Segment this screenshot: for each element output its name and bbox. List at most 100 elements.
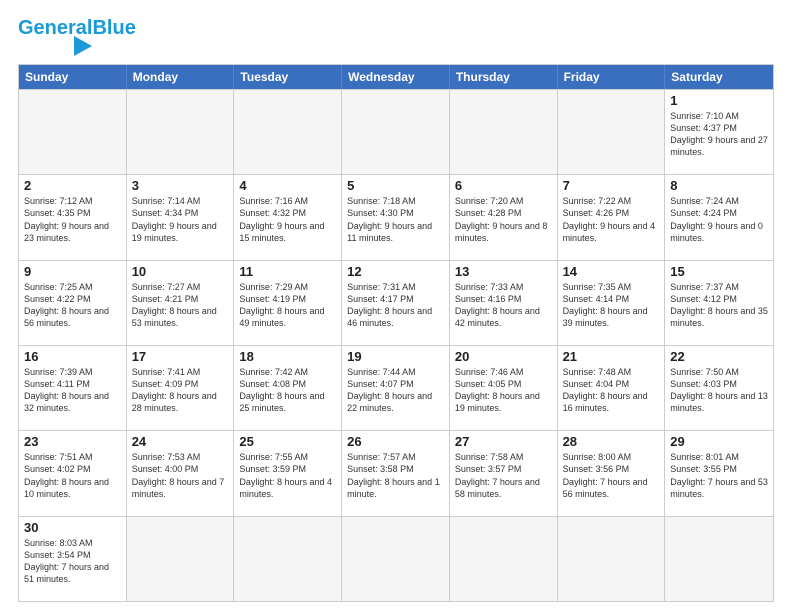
calendar-cell <box>342 90 450 174</box>
day-info: Sunrise: 7:44 AM Sunset: 4:07 PM Dayligh… <box>347 366 444 415</box>
calendar-cell: 20 Sunrise: 7:46 AM Sunset: 4:05 PM Dayli… <box>450 346 558 430</box>
day-number: 16 <box>24 349 121 364</box>
header-day-thursday: Thursday <box>450 65 558 89</box>
calendar-cell: 17 Sunrise: 7:41 AM Sunset: 4:09 PM Dayli… <box>127 346 235 430</box>
calendar-cell: 15Sunrise: 7:37 AM Sunset: 4:12 PM Dayli… <box>665 261 773 345</box>
logo-blue: Blue <box>92 17 135 39</box>
day-number: 23 <box>24 434 121 449</box>
day-info: Sunrise: 7:41 AM Sunset: 4:09 PM Dayligh… <box>132 366 229 415</box>
day-number: 15 <box>670 264 768 279</box>
day-number: 28 <box>563 434 660 449</box>
calendar-cell: 24 Sunrise: 7:53 AM Sunset: 4:00 PM Dayli… <box>127 431 235 515</box>
day-info: Sunrise: 7:39 AM Sunset: 4:11 PM Dayligh… <box>24 366 121 415</box>
day-number: 29 <box>670 434 768 449</box>
day-number: 1 <box>670 93 768 108</box>
calendar-cell: 28 Sunrise: 8:00 AM Sunset: 3:56 PM Dayli… <box>558 431 666 515</box>
day-info: Sunrise: 7:42 AM Sunset: 4:08 PM Dayligh… <box>239 366 336 415</box>
day-info: Sunrise: 7:46 AM Sunset: 4:05 PM Dayligh… <box>455 366 552 415</box>
calendar-cell: 6Sunrise: 7:20 AM Sunset: 4:28 PM Daylig… <box>450 175 558 259</box>
day-info: Sunrise: 7:29 AM Sunset: 4:19 PM Dayligh… <box>239 281 336 330</box>
day-number: 18 <box>239 349 336 364</box>
day-info: Sunrise: 7:31 AM Sunset: 4:17 PM Dayligh… <box>347 281 444 330</box>
calendar-cell: 5Sunrise: 7:18 AM Sunset: 4:30 PM Daylig… <box>342 175 450 259</box>
calendar-cell <box>234 517 342 601</box>
logo-text: GeneralBlue <box>18 18 136 38</box>
day-number: 22 <box>670 349 768 364</box>
day-info: Sunrise: 7:14 AM Sunset: 4:34 PM Dayligh… <box>132 195 229 244</box>
day-info: Sunrise: 8:03 AM Sunset: 3:54 PM Dayligh… <box>24 537 121 586</box>
day-number: 24 <box>132 434 229 449</box>
calendar-cell <box>19 90 127 174</box>
calendar-cell: 19Sunrise: 7:44 AM Sunset: 4:07 PM Dayli… <box>342 346 450 430</box>
calendar-cell: 27 Sunrise: 7:58 AM Sunset: 3:57 PM Dayli… <box>450 431 558 515</box>
calendar-cell: 12Sunrise: 7:31 AM Sunset: 4:17 PM Dayli… <box>342 261 450 345</box>
calendar-cell: 11 Sunrise: 7:29 AM Sunset: 4:19 PM Dayli… <box>234 261 342 345</box>
calendar-cell: 14 Sunrise: 7:35 AM Sunset: 4:14 PM Dayli… <box>558 261 666 345</box>
header: GeneralBlue <box>18 18 774 56</box>
day-info: Sunrise: 7:33 AM Sunset: 4:16 PM Dayligh… <box>455 281 552 330</box>
calendar-cell: 21 Sunrise: 7:48 AM Sunset: 4:04 PM Dayli… <box>558 346 666 430</box>
day-number: 3 <box>132 178 229 193</box>
calendar-cell <box>450 90 558 174</box>
day-number: 26 <box>347 434 444 449</box>
header-day-saturday: Saturday <box>665 65 773 89</box>
calendar-row-1: 2Sunrise: 7:12 AM Sunset: 4:35 PM Daylig… <box>19 174 773 259</box>
day-info: Sunrise: 8:01 AM Sunset: 3:55 PM Dayligh… <box>670 451 768 500</box>
calendar-cell <box>342 517 450 601</box>
calendar-cell: 26 Sunrise: 7:57 AM Sunset: 3:58 PM Dayli… <box>342 431 450 515</box>
calendar-cell <box>558 90 666 174</box>
calendar-cell <box>665 517 773 601</box>
day-info: Sunrise: 7:53 AM Sunset: 4:00 PM Dayligh… <box>132 451 229 500</box>
day-number: 30 <box>24 520 121 535</box>
header-day-sunday: Sunday <box>19 65 127 89</box>
calendar-cell: 1Sunrise: 7:10 AM Sunset: 4:37 PM Daylig… <box>665 90 773 174</box>
day-info: Sunrise: 7:48 AM Sunset: 4:04 PM Dayligh… <box>563 366 660 415</box>
logo-triangle <box>74 36 92 56</box>
day-number: 21 <box>563 349 660 364</box>
calendar-row-5: 30 Sunrise: 8:03 AM Sunset: 3:54 PM Dayli… <box>19 516 773 601</box>
calendar-cell: 10Sunrise: 7:27 AM Sunset: 4:21 PM Dayli… <box>127 261 235 345</box>
calendar-page: GeneralBlue SundayMondayTuesdayWednesday… <box>0 0 792 612</box>
calendar-cell: 2Sunrise: 7:12 AM Sunset: 4:35 PM Daylig… <box>19 175 127 259</box>
day-number: 17 <box>132 349 229 364</box>
calendar-cell: 16 Sunrise: 7:39 AM Sunset: 4:11 PM Dayli… <box>19 346 127 430</box>
day-info: Sunrise: 7:55 AM Sunset: 3:59 PM Dayligh… <box>239 451 336 500</box>
day-number: 6 <box>455 178 552 193</box>
day-number: 10 <box>132 264 229 279</box>
calendar-cell: 13 Sunrise: 7:33 AM Sunset: 4:16 PM Dayli… <box>450 261 558 345</box>
header-day-tuesday: Tuesday <box>234 65 342 89</box>
day-number: 11 <box>239 264 336 279</box>
day-info: Sunrise: 7:18 AM Sunset: 4:30 PM Dayligh… <box>347 195 444 244</box>
calendar-row-3: 16 Sunrise: 7:39 AM Sunset: 4:11 PM Dayli… <box>19 345 773 430</box>
calendar-cell: 30 Sunrise: 8:03 AM Sunset: 3:54 PM Dayli… <box>19 517 127 601</box>
day-info: Sunrise: 7:16 AM Sunset: 4:32 PM Dayligh… <box>239 195 336 244</box>
day-info: Sunrise: 7:35 AM Sunset: 4:14 PM Dayligh… <box>563 281 660 330</box>
calendar-header: SundayMondayTuesdayWednesdayThursdayFrid… <box>19 65 773 89</box>
calendar-row-2: 9 Sunrise: 7:25 AM Sunset: 4:22 PM Daylig… <box>19 260 773 345</box>
calendar-cell: 7Sunrise: 7:22 AM Sunset: 4:26 PM Daylig… <box>558 175 666 259</box>
calendar-cell <box>127 517 235 601</box>
day-number: 2 <box>24 178 121 193</box>
calendar-row-4: 23Sunrise: 7:51 AM Sunset: 4:02 PM Dayli… <box>19 430 773 515</box>
day-number: 20 <box>455 349 552 364</box>
day-number: 14 <box>563 264 660 279</box>
calendar-cell <box>234 90 342 174</box>
day-info: Sunrise: 7:58 AM Sunset: 3:57 PM Dayligh… <box>455 451 552 500</box>
calendar: SundayMondayTuesdayWednesdayThursdayFrid… <box>18 64 774 602</box>
day-info: Sunrise: 7:50 AM Sunset: 4:03 PM Dayligh… <box>670 366 768 415</box>
day-number: 27 <box>455 434 552 449</box>
calendar-cell <box>558 517 666 601</box>
day-info: Sunrise: 7:22 AM Sunset: 4:26 PM Dayligh… <box>563 195 660 244</box>
day-info: Sunrise: 7:57 AM Sunset: 3:58 PM Dayligh… <box>347 451 444 500</box>
calendar-cell: 22 Sunrise: 7:50 AM Sunset: 4:03 PM Dayli… <box>665 346 773 430</box>
calendar-row-0: 1Sunrise: 7:10 AM Sunset: 4:37 PM Daylig… <box>19 89 773 174</box>
day-info: Sunrise: 7:25 AM Sunset: 4:22 PM Dayligh… <box>24 281 121 330</box>
day-number: 13 <box>455 264 552 279</box>
calendar-cell: 3 Sunrise: 7:14 AM Sunset: 4:34 PM Daylig… <box>127 175 235 259</box>
calendar-cell: 8Sunrise: 7:24 AM Sunset: 4:24 PM Daylig… <box>665 175 773 259</box>
day-number: 9 <box>24 264 121 279</box>
calendar-cell: 25Sunrise: 7:55 AM Sunset: 3:59 PM Dayli… <box>234 431 342 515</box>
day-info: Sunrise: 8:00 AM Sunset: 3:56 PM Dayligh… <box>563 451 660 500</box>
calendar-body: 1Sunrise: 7:10 AM Sunset: 4:37 PM Daylig… <box>19 89 773 601</box>
header-day-friday: Friday <box>558 65 666 89</box>
